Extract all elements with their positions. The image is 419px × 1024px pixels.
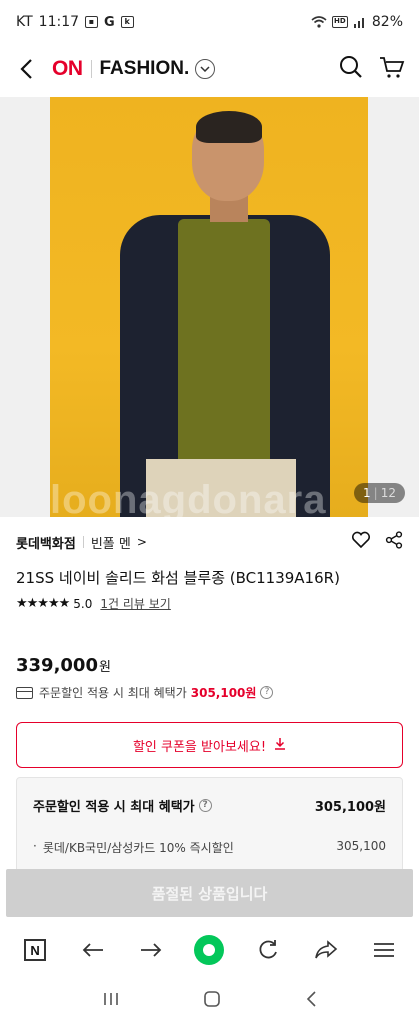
help-icon[interactable]: ? (198, 799, 212, 812)
coupon-button[interactable]: 할인 쿠폰을 받아보세요! (16, 722, 403, 768)
share-button[interactable] (385, 531, 403, 553)
browser-back-button[interactable] (75, 932, 111, 968)
max-benefit-label: 주문할인 적용 시 최대 혜택가 (39, 686, 187, 700)
refresh-button[interactable] (250, 932, 286, 968)
max-benefit-amount: 305,100원 (190, 686, 257, 700)
gallery-icon: ▪ (85, 16, 99, 28)
arrow-left-icon (82, 943, 104, 957)
card-icon (16, 686, 33, 699)
image-counter-current: 1 (363, 486, 371, 500)
recent-apps-icon (104, 993, 118, 1005)
image-counter-total: 12 (380, 486, 396, 500)
image-counter: 1 | 12 (354, 483, 405, 503)
home-icon (204, 991, 221, 1007)
home-button[interactable] (203, 990, 221, 1012)
kt-icon: k (120, 16, 134, 28)
rating-row: ★★★★★ 5.0 1건 리뷰 보기 (16, 595, 403, 612)
benefit-card-amount: 305,100 (336, 839, 386, 853)
logo-on: ON (52, 57, 83, 80)
product-photo (50, 97, 368, 517)
system-navigation-bar (0, 978, 419, 1024)
naver-n-icon: N (24, 939, 47, 961)
arrow-right-icon (141, 943, 162, 957)
product-image-carousel[interactable]: loonagdonara 1 | 12 (0, 97, 419, 517)
coupon-label: 할인 쿠폰을 받아보세요! (132, 739, 267, 755)
product-info: 롯데백화점 빈폴 멘 > 21SS 네이비 솔리드 화섬 블루종 (BC1139… (16, 530, 403, 612)
share-arrow-icon (314, 940, 337, 959)
signal-icon (353, 18, 364, 28)
benefit-card-row: · 롯데/KB국민/삼성카드 10% 즉시할인 305,100 (33, 839, 386, 856)
photo-hair (196, 111, 262, 143)
benefit-card-label: 롯데/KB국민/삼성카드 10% 즉시할인 (42, 841, 234, 855)
browser-toolbar: N (0, 925, 419, 975)
download-icon (274, 737, 286, 754)
review-link[interactable]: 1건 리뷰 보기 (100, 595, 170, 612)
naver-home-button[interactable]: N (17, 932, 53, 968)
search-icon (340, 56, 362, 78)
star-rating-icon: ★★★★★ (16, 596, 70, 611)
cart-button[interactable] (379, 55, 405, 83)
search-button[interactable] (339, 55, 363, 83)
wifi-icon (311, 16, 327, 28)
brand-row: 롯데백화점 빈폴 멘 > (16, 530, 403, 554)
help-icon[interactable]: ? (260, 686, 274, 699)
carrier-label: KT (16, 14, 33, 30)
rating-value: 5.0 (73, 596, 93, 611)
soldout-label: 품절된 상품입니다 (151, 884, 268, 903)
green-dot-icon (194, 935, 225, 965)
photo-shirt (178, 219, 270, 469)
battery-level: 82% (371, 14, 403, 30)
google-icon: G (104, 14, 115, 30)
brand-watermark: loonagdonara (50, 478, 327, 517)
chevron-left-icon (307, 991, 316, 1007)
price: 339,000원 (16, 655, 111, 676)
system-back-button[interactable] (305, 990, 317, 1012)
benefit-details: 주문할인 적용 시 최대 혜택가 ? 305,100원 · 롯데/KB국민/삼성… (16, 777, 403, 877)
brand-divider (82, 536, 84, 548)
price-unit: 원 (98, 660, 111, 675)
clock: 11:17 (38, 14, 80, 30)
logo-fashion: FASHION. (99, 58, 190, 79)
cart-icon (380, 57, 405, 78)
soldout-button[interactable]: 품절된 상품입니다 (6, 869, 413, 917)
bullet-icon: · (33, 839, 37, 853)
share-page-button[interactable] (308, 932, 344, 968)
wishlist-button[interactable] (351, 531, 371, 553)
benefit-summary-row: 주문할인 적용 시 최대 혜택가 ? 305,100원 (33, 796, 386, 815)
share-icon (385, 531, 403, 549)
logo-divider (90, 60, 92, 78)
hd-icon: HD (331, 16, 348, 28)
naver-green-dot-button[interactable] (191, 932, 227, 968)
browser-forward-button[interactable] (133, 932, 169, 968)
menu-button[interactable] (366, 932, 402, 968)
back-arrow-icon (20, 59, 32, 79)
refresh-icon (259, 940, 277, 959)
recent-apps-button[interactable] (102, 991, 120, 1011)
product-title: 21SS 네이비 솔리드 화섬 블루종 (BC1139A16R) (16, 569, 340, 587)
max-benefit-line: 주문할인 적용 시 최대 혜택가 305,100원 ? (16, 684, 274, 701)
brand-link[interactable]: 빈폴 멘 (91, 533, 131, 552)
chevron-right-icon[interactable]: > (137, 535, 147, 549)
store-name[interactable]: 롯데백화점 (16, 533, 76, 552)
heart-icon (351, 531, 371, 549)
benefit-summary-amount: 305,100원 (314, 800, 386, 815)
back-button[interactable] (14, 57, 38, 81)
chevron-down-icon[interactable] (195, 59, 216, 79)
status-bar: KT 11:17 ▪ G k HD 82% (0, 0, 419, 44)
app-header: ON FASHION. (0, 44, 419, 94)
on-fashion-logo[interactable]: ON FASHION. (52, 57, 216, 81)
benefit-summary-label: 주문할인 적용 시 최대 혜택가 (33, 800, 195, 815)
hamburger-menu-icon (373, 943, 394, 957)
price-value: 339,000 (16, 655, 98, 676)
